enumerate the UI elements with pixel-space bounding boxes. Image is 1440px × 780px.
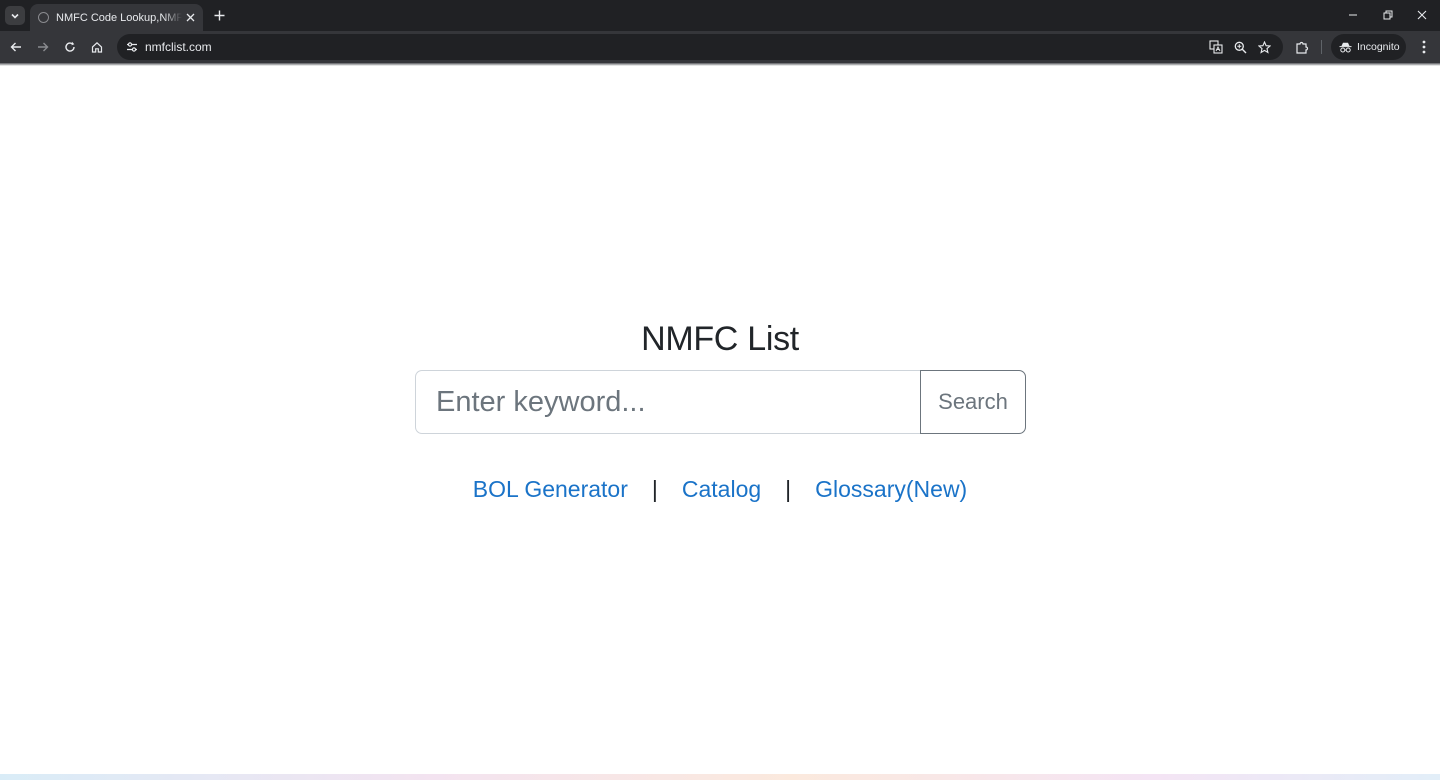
url-text[interactable]: nmfclist.com xyxy=(145,40,212,54)
quick-links: BOL Generator | Catalog | Glossary(New) xyxy=(0,476,1440,503)
browser-tab[interactable]: NMFC Code Lookup,NMFC N xyxy=(30,4,203,31)
close-icon xyxy=(1417,10,1427,20)
star-icon xyxy=(1257,40,1271,54)
bookmark-button[interactable] xyxy=(1255,38,1273,56)
minimize-icon xyxy=(1349,14,1357,16)
puzzle-icon xyxy=(1296,41,1309,54)
page-content: NMFC List Search BOL Generator | Catalog… xyxy=(0,66,1440,774)
link-bol-generator[interactable]: BOL Generator xyxy=(473,476,628,503)
tab-search-button[interactable] xyxy=(5,6,25,25)
chevron-down-icon xyxy=(11,13,19,19)
arrow-right-icon xyxy=(38,42,49,52)
tab-close-button[interactable] xyxy=(183,10,197,24)
search-form: Search xyxy=(415,370,1026,434)
page-title: NMFC List xyxy=(641,320,799,358)
home-icon xyxy=(91,41,103,53)
browser-toolbar: nmfclist.com Incognito xyxy=(0,31,1440,63)
search-button[interactable]: Search xyxy=(920,370,1026,434)
link-catalog[interactable]: Catalog xyxy=(682,476,761,503)
extensions-button[interactable] xyxy=(1291,36,1313,58)
tab-strip: NMFC Code Lookup,NMFC N xyxy=(0,0,1440,31)
window-close-button[interactable] xyxy=(1411,5,1433,25)
more-vert-icon xyxy=(1422,40,1426,54)
incognito-indicator[interactable]: Incognito xyxy=(1331,34,1406,60)
reload-button[interactable] xyxy=(59,36,81,58)
incognito-label: Incognito xyxy=(1357,41,1400,53)
home-button[interactable] xyxy=(86,36,108,58)
zoom-icon xyxy=(1234,41,1246,53)
close-icon xyxy=(186,13,194,21)
globe-icon xyxy=(38,12,49,23)
link-divider: | xyxy=(785,476,792,502)
reload-icon xyxy=(65,41,75,52)
tab-title: NMFC Code Lookup,NMFC N xyxy=(56,11,182,24)
arrow-left-icon xyxy=(10,42,21,52)
minimize-button[interactable] xyxy=(1342,5,1364,25)
restore-icon xyxy=(1383,10,1393,20)
link-glossary[interactable]: Glossary(New) xyxy=(815,476,967,503)
plus-icon xyxy=(214,10,224,20)
bottom-gradient-strip xyxy=(0,774,1440,780)
address-bar[interactable]: nmfclist.com xyxy=(117,34,1283,60)
back-button[interactable] xyxy=(5,36,27,58)
browser-menu-button[interactable] xyxy=(1414,36,1434,58)
forward-button[interactable] xyxy=(32,36,54,58)
search-input[interactable] xyxy=(415,370,920,434)
restore-button[interactable] xyxy=(1377,5,1399,25)
zoom-button[interactable] xyxy=(1231,38,1249,56)
new-tab-button[interactable] xyxy=(210,6,228,24)
toolbar-divider xyxy=(1321,40,1322,54)
translate-button[interactable] xyxy=(1207,38,1225,56)
link-divider: | xyxy=(651,476,658,502)
site-info-button[interactable] xyxy=(123,38,141,56)
translate-icon xyxy=(1209,40,1223,54)
incognito-icon xyxy=(1339,42,1352,52)
tune-icon xyxy=(127,42,137,52)
